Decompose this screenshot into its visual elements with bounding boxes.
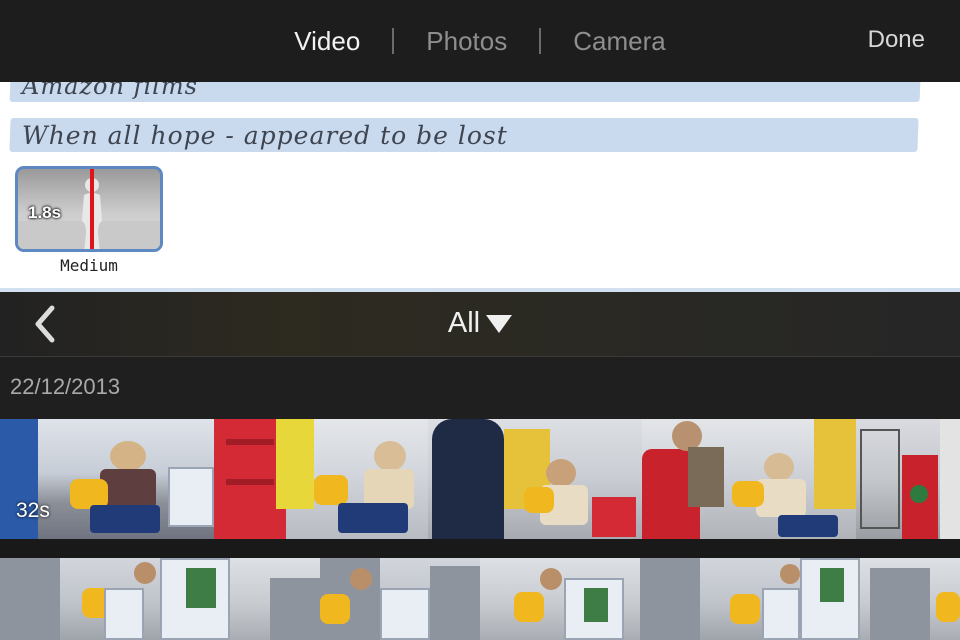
title-editor: Amazon films When all hope - appeared to… xyxy=(0,82,960,292)
video-clip[interactable]: 32s xyxy=(0,419,960,539)
tab-divider xyxy=(539,28,542,54)
video-clip[interactable] xyxy=(0,558,960,640)
title-line-1[interactable]: Amazon films xyxy=(22,82,198,100)
duration-value: 1.8s xyxy=(28,203,62,222)
media-tabs: Video Photos Camera xyxy=(0,0,960,82)
clip-frame xyxy=(320,558,480,640)
tab-camera[interactable]: Camera xyxy=(573,26,665,57)
clip-frame xyxy=(428,419,642,539)
date-section-header: 22/12/2013 xyxy=(0,357,960,419)
clip-frame xyxy=(214,419,428,539)
duration-label: Medium xyxy=(60,256,118,275)
clip-separator xyxy=(0,539,960,558)
filter-label: All xyxy=(447,307,481,339)
triangle-down-icon xyxy=(486,314,513,333)
tab-divider xyxy=(392,28,395,54)
tab-photos[interactable]: Photos xyxy=(426,26,507,57)
clip-frame xyxy=(800,558,960,640)
top-bar: Video Photos Camera Done xyxy=(0,0,960,82)
clip-duration: 32s xyxy=(16,499,50,522)
clip-frame xyxy=(0,558,160,640)
filter-dropdown[interactable]: All xyxy=(0,307,960,340)
tab-video[interactable]: Video xyxy=(294,26,360,57)
done-button[interactable]: Done xyxy=(868,26,925,54)
section-date: 22/12/2013 xyxy=(10,374,121,399)
clip-frame xyxy=(480,558,640,640)
title-line-2[interactable]: When all hope - appeared to be lost xyxy=(22,121,508,150)
clip-frame xyxy=(642,419,856,539)
browser-nav-bar: All xyxy=(0,292,960,357)
clip-frame xyxy=(160,558,320,640)
playhead-marker xyxy=(90,169,94,249)
clip-frame xyxy=(856,419,960,539)
duration-card[interactable]: 1.8s xyxy=(15,166,163,252)
clip-frame xyxy=(640,558,800,640)
